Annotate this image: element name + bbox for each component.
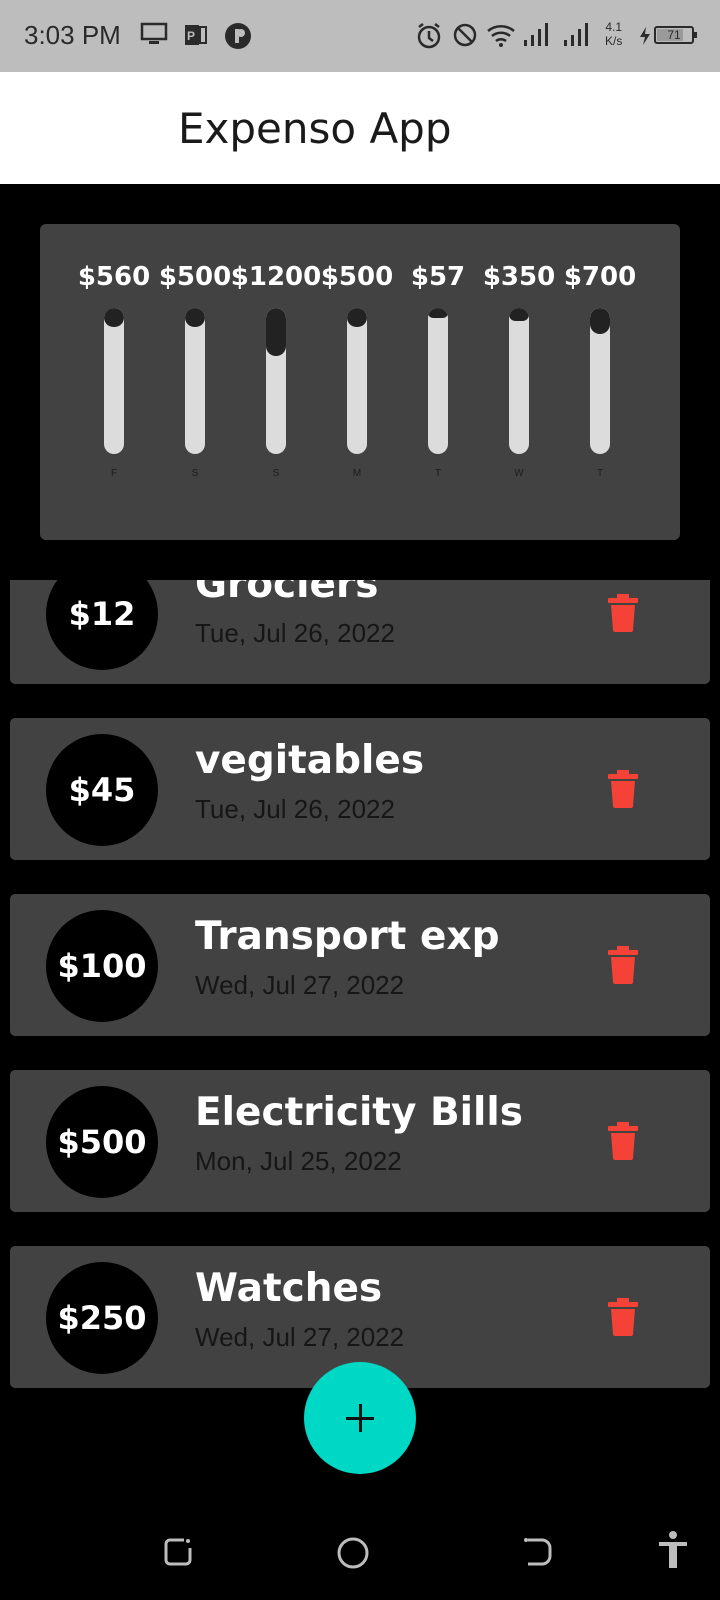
- bar-amount-label: $700: [563, 262, 637, 292]
- add-transaction-button[interactable]: [304, 1362, 416, 1474]
- delete-icon[interactable]: [608, 1298, 638, 1336]
- status-bar: 3:03 PM P 4.1 K/s 71: [0, 0, 720, 72]
- transaction-amount: $45: [46, 734, 158, 846]
- transaction-title: Grociers: [195, 580, 379, 607]
- transaction-card[interactable]: $500 Electricity Bills Mon, Jul 25, 2022: [10, 1070, 710, 1212]
- transaction-title: Electricity Bills: [195, 1090, 523, 1135]
- accessibility-icon[interactable]: [656, 1530, 690, 1574]
- delete-icon[interactable]: [608, 946, 638, 984]
- dnd-icon: [452, 22, 478, 48]
- transaction-date: Tue, Jul 26, 2022: [195, 794, 395, 824]
- bar-track: [266, 308, 286, 454]
- bar-track: [590, 308, 610, 454]
- battery-level: 71: [667, 28, 681, 42]
- delete-icon[interactable]: [608, 770, 638, 808]
- bar-day-label: M: [352, 468, 362, 479]
- status-time: 3:03 PM: [24, 20, 121, 50]
- transaction-date: Mon, Jul 25, 2022: [195, 1146, 402, 1176]
- battery-indicator: 71: [654, 26, 697, 44]
- transaction-list[interactable]: $12 Grociers Tue, Jul 26, 2022 $45 vegitable…: [0, 580, 720, 1440]
- bar-day-label: F: [110, 468, 118, 479]
- transaction-date: Tue, Jul 26, 2022: [195, 618, 395, 648]
- office-icon: P: [184, 22, 208, 48]
- transaction-amount: $500: [46, 1086, 158, 1198]
- network-speed: 4.1 K/s: [605, 20, 622, 48]
- back-icon[interactable]: [522, 1536, 554, 1572]
- bar-fill: [509, 308, 529, 322]
- bar-fill: [185, 308, 205, 327]
- monitor-icon: [140, 22, 168, 46]
- weekly-expense-chart: $560 F $500 S $1200 S $500 M $57 T $350 W $700 T: [40, 224, 680, 540]
- delete-icon[interactable]: [608, 594, 638, 632]
- app-bar: Expenso App: [0, 72, 720, 184]
- transaction-amount: $250: [46, 1262, 158, 1374]
- navigation-bar: [0, 1500, 720, 1600]
- bar-fill: [104, 308, 124, 327]
- transaction-card[interactable]: $45 vegitables Tue, Jul 26, 2022: [10, 718, 710, 860]
- bar-day-label: W: [514, 468, 524, 479]
- transaction-amount: $12: [46, 580, 158, 670]
- transaction-card[interactable]: $100 Transport exp Wed, Jul 27, 2022: [10, 894, 710, 1036]
- bar-track: [104, 308, 124, 454]
- network-speed-unit: K/s: [605, 34, 623, 48]
- transaction-title: Watches: [195, 1266, 383, 1311]
- bar-track: [428, 308, 448, 454]
- bar-fill: [347, 308, 367, 327]
- svg-text:P: P: [187, 29, 195, 43]
- bar-track: [347, 308, 367, 454]
- signal-icon: [522, 22, 550, 48]
- transaction-card[interactable]: $12 Grociers Tue, Jul 26, 2022: [10, 580, 710, 684]
- home-icon[interactable]: [336, 1536, 370, 1574]
- bar-day-label: S: [272, 468, 280, 479]
- charging-icon: [638, 26, 652, 46]
- bar-fill: [266, 308, 286, 357]
- bar-day-label: T: [434, 468, 442, 479]
- app-title: Expenso App: [178, 104, 452, 153]
- recent-apps-icon[interactable]: [162, 1536, 194, 1572]
- bar-day-label: T: [596, 468, 604, 479]
- signal-icon: [562, 22, 590, 48]
- transaction-title: Transport exp: [195, 914, 500, 959]
- bar-fill: [590, 308, 610, 335]
- bar-day-label: S: [191, 468, 199, 479]
- bar-track: [185, 308, 205, 454]
- bar-fill: [428, 308, 448, 318]
- alarm-icon: [416, 22, 442, 50]
- transaction-date: Wed, Jul 27, 2022: [195, 970, 405, 1000]
- app-icon: [224, 22, 252, 50]
- bar-track: [509, 308, 529, 454]
- delete-icon[interactable]: [608, 1122, 638, 1160]
- network-speed-value: 4.1: [605, 20, 623, 34]
- transaction-title: vegitables: [195, 738, 425, 783]
- transaction-amount: $100: [46, 910, 158, 1022]
- wifi-icon: [486, 22, 518, 48]
- transaction-date: Wed, Jul 27, 2022: [195, 1322, 405, 1352]
